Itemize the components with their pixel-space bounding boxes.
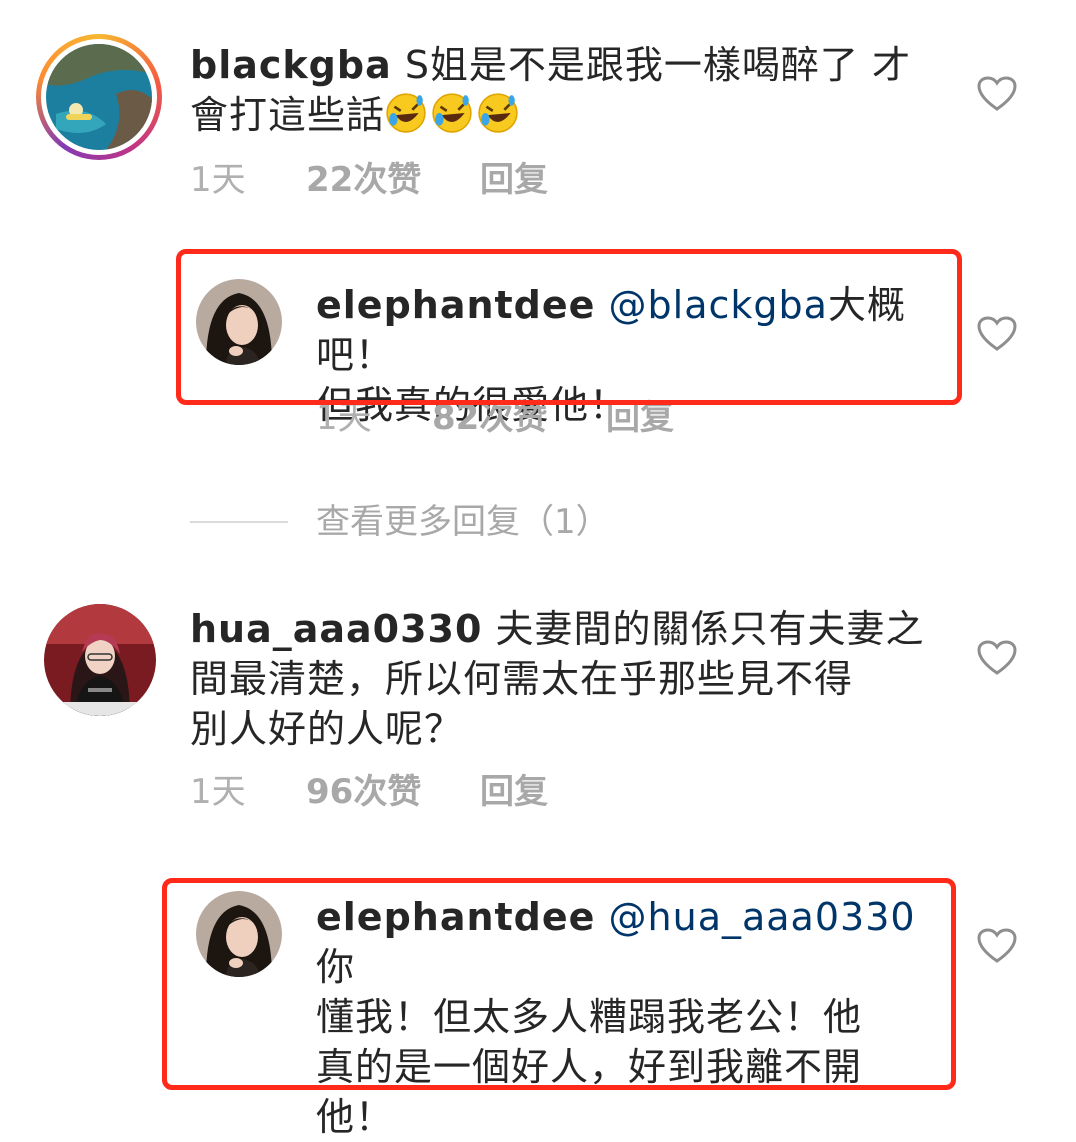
comment-body-line4: 他！ xyxy=(316,1095,395,1139)
heart-outline-icon[interactable] xyxy=(977,76,1017,112)
comment-likes[interactable]: 96次赞 xyxy=(306,772,421,812)
avatar-blackgba[interactable] xyxy=(36,34,162,160)
avatar-hua-aaa0330[interactable] xyxy=(44,604,156,716)
reply-button[interactable]: 回复 xyxy=(480,160,548,200)
highlight-box xyxy=(176,249,962,405)
comment-text: hua_aaa0330 夫妻間的關係只有夫妻之 間最清楚，所以何需太在乎那些見不… xyxy=(190,604,950,754)
comment-body-line2: 會打這些話 xyxy=(190,93,386,137)
view-more-label[interactable]: 查看更多回复（1） xyxy=(316,497,610,547)
rolling-laughing-emoji xyxy=(386,93,426,133)
highlight-box xyxy=(162,878,956,1090)
comment-likes[interactable]: 22次赞 xyxy=(306,160,421,200)
heart-outline-icon[interactable] xyxy=(977,316,1017,352)
comment-meta: 1天 96次赞 回复 xyxy=(190,772,790,812)
rolling-laughing-emoji xyxy=(432,93,472,133)
comment-body-line3: 別人好的人呢？ xyxy=(190,707,464,751)
comment-time: 1天 xyxy=(190,160,246,200)
heart-outline-icon[interactable] xyxy=(977,640,1017,676)
comment-username[interactable]: hua_aaa0330 xyxy=(190,607,482,651)
comment-body-line2: 間最清楚，所以何需太在乎那些見不得 xyxy=(190,657,854,701)
rolling-laughing-emoji xyxy=(478,93,518,133)
comment-body: S姐是不是跟我一樣喝醉了 才 xyxy=(404,43,912,87)
reply-button[interactable]: 回复 xyxy=(480,772,548,812)
comment-text: blackgba S姐是不是跟我一樣喝醉了 才 會打這些話 xyxy=(190,40,950,140)
heart-outline-icon[interactable] xyxy=(977,928,1017,964)
comment-meta: 1天 22次赞 回复 xyxy=(190,160,790,200)
comment-body: 夫妻間的關係只有夫妻之 xyxy=(495,607,925,651)
divider-line xyxy=(190,521,288,523)
comment-username[interactable]: blackgba xyxy=(190,43,392,87)
comment-time: 1天 xyxy=(190,772,246,812)
